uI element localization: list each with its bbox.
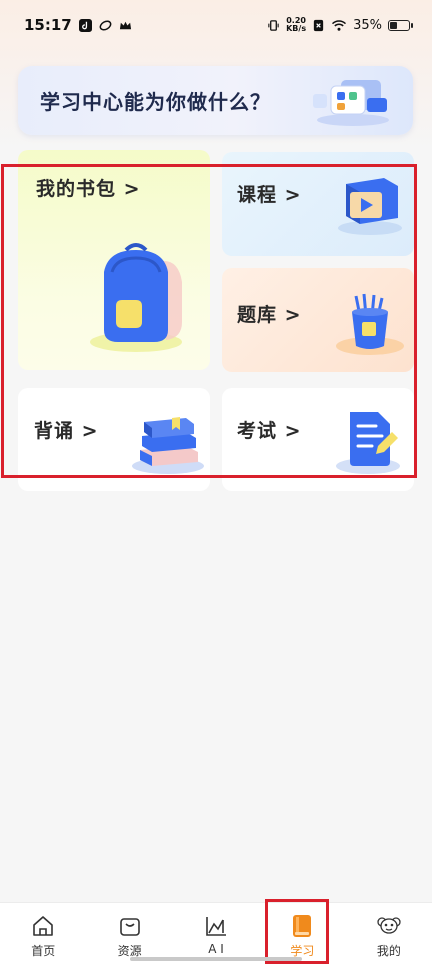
nav-home[interactable]: 首页 <box>0 903 86 964</box>
nav-profile-label: 我的 <box>376 944 401 958</box>
bag-icon <box>119 918 140 936</box>
learning-center-banner[interactable]: 学习中心能为你做什么？ <box>18 66 413 135</box>
book-icon <box>293 915 312 937</box>
nav-ai[interactable]: A I <box>173 903 259 964</box>
network-speed: 0.20 KB/s <box>286 17 306 33</box>
crown-icon <box>119 21 131 29</box>
vibrate-icon <box>268 19 279 31</box>
apps-illustration-icon <box>313 80 389 126</box>
chart-icon <box>206 917 227 936</box>
app-notification-icon <box>99 20 112 30</box>
recite-card[interactable]: 背诵 > <box>18 388 210 491</box>
pen-holder-icon <box>336 293 404 355</box>
battery-percent: 35% <box>353 17 382 33</box>
nav-home-label: 首页 <box>31 944 56 958</box>
question-bank-label: 题库 > <box>237 304 302 326</box>
home-indicator <box>130 957 302 961</box>
recite-label: 背诵 > <box>34 420 99 442</box>
question-bank-card[interactable]: 题库 > <box>222 268 414 372</box>
tiktok-icon <box>78 18 92 32</box>
battery-icon <box>388 19 413 31</box>
books-stack-icon <box>132 417 204 474</box>
my-bag-card[interactable]: 我的书包 > <box>18 150 210 370</box>
nav-study[interactable]: 学习 <box>259 903 345 964</box>
exam-paper-icon <box>336 412 400 474</box>
home-icon <box>33 916 54 936</box>
exam-card[interactable]: 考试 > <box>222 388 414 491</box>
wifi-icon <box>332 19 347 31</box>
video-screen-icon <box>338 178 402 235</box>
battery-level <box>390 21 397 29</box>
course-card[interactable]: 课程 > <box>222 152 414 256</box>
course-label: 课程 > <box>237 184 302 206</box>
my-bag-label: 我的书包 > <box>36 178 141 200</box>
nav-ai-label: A I <box>208 942 224 956</box>
status-bar: 15:17 0.20 KB/s 35% <box>0 0 432 50</box>
bottom-nav: 首页 资源 A I 学习 我的 <box>0 902 432 964</box>
sim-icon <box>313 19 324 31</box>
nav-profile[interactable]: 我的 <box>346 903 432 964</box>
monkey-avatar-icon <box>377 917 401 934</box>
nav-resources[interactable]: 资源 <box>86 903 172 964</box>
status-time: 15:17 <box>24 16 72 34</box>
exam-label: 考试 > <box>237 420 302 442</box>
net-speed-unit: KB/s <box>286 24 307 33</box>
backpack-icon <box>90 243 182 352</box>
banner-title: 学习中心能为你做什么？ <box>40 90 271 114</box>
